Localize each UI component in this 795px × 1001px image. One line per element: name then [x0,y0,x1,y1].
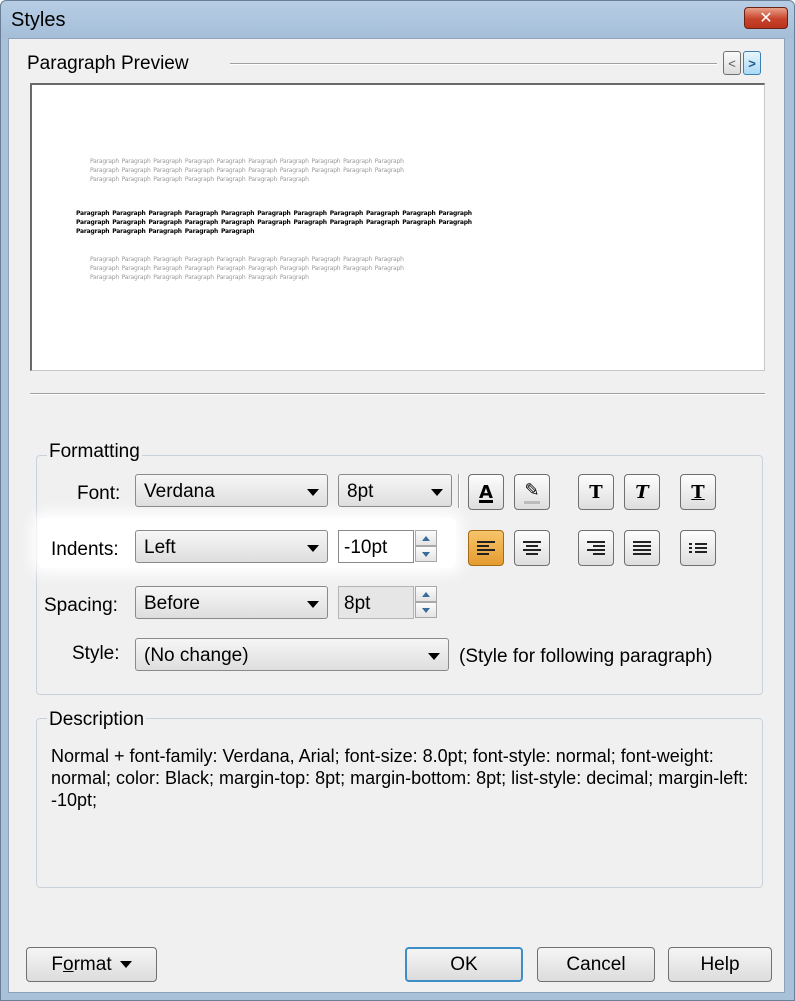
preview-line: Paragraph Paragraph Paragraph Paragraph … [90,176,309,183]
font-label: Font: [77,483,121,504]
spacing-spinner[interactable] [415,586,437,619]
align-center-icon [523,539,541,557]
help-button-label: Help [700,953,740,975]
align-justify-button[interactable] [624,530,660,566]
style-dropdown[interactable]: (No change) [135,638,449,671]
preview-line: Paragraph Paragraph Paragraph Paragraph … [90,158,404,165]
spacing-value: Before [144,593,200,614]
chevron-left-icon: < [728,55,736,71]
style-label: Style: [72,643,120,664]
cancel-button[interactable]: Cancel [537,947,655,982]
align-right-icon [587,539,605,557]
font-color-icon: A [479,481,493,503]
preview-line: Paragraph Paragraph Paragraph Paragraph … [90,274,309,281]
indent-amount-input[interactable]: -10pt [338,530,414,563]
format-button-label: Format [51,953,112,975]
title-bar[interactable]: Styles ✕ [1,1,794,39]
formatting-group-label: Formatting [47,441,142,463]
preview-next-paragraph: Paragraph Paragraph Paragraph Paragraph … [90,255,690,282]
align-left-icon [477,539,495,557]
arrow-down-icon [422,607,430,613]
spin-down-button[interactable] [415,602,437,618]
preview-line: Paragraph Paragraph Paragraph Paragraph … [76,219,472,226]
help-button[interactable]: Help [668,947,772,982]
paragraph-preview-box: Paragraph Paragraph Paragraph Paragraph … [30,83,765,371]
font-size-dropdown[interactable]: 8pt [338,474,452,507]
format-menu-button[interactable]: Format [26,947,157,982]
font-color-button[interactable]: A [468,474,504,510]
font-dropdown[interactable]: Verdana [135,474,328,507]
chevron-down-icon [307,601,319,608]
font-value: Verdana [144,481,215,502]
spin-down-button[interactable] [415,546,437,562]
ok-button[interactable]: OK [405,947,523,982]
window-title: Styles [11,9,66,31]
underline-t-icon: T [691,481,705,503]
chevron-right-icon: > [748,55,756,71]
list-button[interactable] [680,530,716,566]
cancel-button-label: Cancel [566,953,626,975]
chevron-down-icon [307,545,319,552]
list-icon [689,541,707,555]
highlight-button[interactable]: ✎ [514,474,550,510]
spacing-label: Spacing: [44,595,118,616]
arrow-up-icon [422,535,430,541]
preview-next-button[interactable]: > [743,51,761,75]
underline-button[interactable]: T [680,474,716,510]
toolbar-separator [458,474,460,508]
section-separator [30,393,765,395]
preview-line: Paragraph Paragraph Paragraph Paragraph … [90,256,404,263]
spacing-dropdown[interactable]: Before [135,586,328,619]
bold-button[interactable]: T [578,474,614,510]
preview-line: Paragraph Paragraph Paragraph Paragraph … [90,167,404,174]
close-button[interactable]: ✕ [744,7,788,29]
indents-value: Left [144,537,176,558]
bold-t-icon: T [589,481,603,503]
chevron-down-icon [431,489,443,496]
preview-line: Paragraph Paragraph Paragraph Paragraph … [90,265,404,272]
paragraph-preview-label: Paragraph Preview [27,53,189,74]
description-text: Normal + font-family: Verdana, Arial; fo… [51,746,749,810]
align-center-button[interactable] [514,530,550,566]
indent-spinner[interactable] [415,530,437,563]
close-icon: ✕ [759,10,773,27]
preview-prev-button[interactable]: < [723,51,741,75]
preview-divider [230,63,717,65]
chevron-down-icon [307,489,319,496]
indent-amount-value: -10pt [344,537,388,558]
highlight-pen-icon: ✎ [524,480,540,504]
italic-button[interactable]: T [624,474,660,510]
chevron-down-icon [428,653,440,660]
chevron-down-icon [119,961,132,968]
arrow-down-icon [422,551,430,557]
align-right-button[interactable] [578,530,614,566]
ok-button-label: OK [450,953,478,975]
align-justify-icon [633,539,651,557]
preview-line: Paragraph Paragraph Paragraph Paragraph … [76,210,472,217]
spin-up-button[interactable] [415,530,437,546]
indents-dropdown[interactable]: Left [135,530,328,563]
description-group-label: Description [47,709,147,731]
style-value: (No change) [144,645,249,666]
spacing-amount-value: 8pt [344,593,371,614]
preview-current-paragraph: Paragraph Paragraph Paragraph Paragraph … [76,209,726,236]
style-hint: (Style for following paragraph) [459,646,713,667]
preview-line: Paragraph Paragraph Paragraph Paragraph … [76,228,255,235]
align-left-button[interactable] [468,530,504,566]
preview-previous-paragraph: Paragraph Paragraph Paragraph Paragraph … [90,157,690,184]
font-size-value: 8pt [347,481,374,502]
indents-label: Indents: [51,539,119,560]
spin-up-button[interactable] [415,586,437,602]
spacing-amount-input[interactable]: 8pt [338,586,414,619]
italic-t-icon: T [635,481,649,503]
arrow-up-icon [422,591,430,597]
